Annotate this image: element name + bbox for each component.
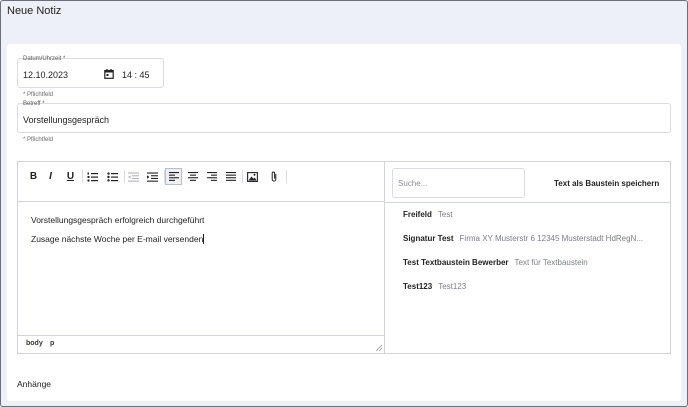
editor-line-2-text: Zusage nächste Woche per E-mail versende… — [31, 234, 204, 244]
window-title: Neue Notiz — [7, 5, 62, 17]
text-block-name: Signatur Test — [403, 234, 454, 243]
editor-statusbar: body p — [18, 335, 384, 353]
subject-label: Betreff * — [23, 101, 45, 107]
subject-required-hint: * Pflichtfeld — [23, 137, 54, 143]
toolbar-separator — [82, 170, 83, 183]
subject-field[interactable] — [17, 103, 671, 133]
datetime-required-hint: * Pflichtfeld — [23, 92, 54, 98]
italic-button[interactable]: I — [42, 168, 59, 185]
toolbar-separator — [242, 170, 243, 183]
underline-button[interactable]: U — [62, 168, 79, 185]
editor-toolbar: B I U — [18, 162, 384, 202]
align-left-button[interactable] — [165, 168, 182, 185]
align-center-icon — [187, 172, 198, 181]
outdent-icon — [128, 172, 139, 182]
text-blocks-search-input[interactable]: Suche... — [392, 168, 525, 198]
align-right-button[interactable] — [203, 168, 220, 185]
toolbar-separator — [286, 170, 287, 183]
path-element-p[interactable]: p — [50, 340, 54, 347]
text-block-item[interactable]: Signatur Test Firma XY Musterstr 6 12345 … — [403, 234, 643, 243]
path-element-body[interactable]: body — [26, 340, 43, 347]
insert-image-button[interactable] — [244, 168, 261, 185]
text-block-preview: Test123 — [438, 282, 467, 291]
ordered-list-icon — [87, 172, 98, 181]
image-icon — [247, 171, 258, 182]
text-block-item[interactable]: Test123 Test123 — [403, 282, 466, 291]
text-block-name: Test Textbaustein Bewerber — [403, 258, 509, 267]
attachments-section-title[interactable]: Anhänge — [17, 379, 51, 389]
align-left-icon — [168, 172, 179, 181]
resize-handle-icon[interactable] — [375, 344, 382, 351]
text-blocks-header: Suche... Text als Baustein speichern — [385, 162, 670, 203]
text-block-preview: Firma XY Musterstr 6 12345 Musterstadt H… — [459, 234, 644, 243]
indent-icon — [147, 172, 158, 182]
bullet-list-button[interactable] — [104, 168, 121, 185]
text-block-item[interactable]: Test Textbaustein Bewerber Text für Textb… — [403, 258, 588, 267]
editor-line-1[interactable]: Vorstellungsgespräch erfolgreich durchge… — [31, 215, 204, 225]
text-blocks-panel: Suche... Text als Baustein speichern Fre… — [385, 161, 671, 354]
subject-value[interactable]: Vorstellungsgespräch — [23, 115, 109, 125]
text-block-name: Test123 — [403, 282, 433, 291]
bullet-list-icon — [107, 171, 118, 182]
text-block-preview: Text für Textbaustein — [514, 258, 588, 267]
editor-line-2[interactable]: Zusage nächste Woche per E-mail versende… — [31, 234, 205, 244]
text-block-name: Freifeld — [403, 210, 432, 219]
attach-file-button[interactable] — [265, 168, 282, 185]
outdent-button[interactable] — [125, 168, 142, 185]
align-center-button[interactable] — [184, 168, 201, 185]
align-justify-icon — [225, 172, 236, 181]
ordered-list-button[interactable] — [84, 168, 101, 185]
text-block-item[interactable]: Freifeld Test — [403, 210, 453, 219]
text-block-preview: Test — [437, 210, 453, 219]
align-right-icon — [206, 172, 217, 181]
indent-button[interactable] — [144, 168, 161, 185]
date-value[interactable]: 12.10.2023 — [23, 70, 68, 80]
save-as-text-block-button[interactable]: Text als Baustein speichern — [554, 179, 659, 188]
rich-text-editor[interactable]: B I U Vorstellungsgespräch erfolgreich d… — [17, 161, 385, 354]
calendar-icon[interactable] — [104, 69, 114, 79]
bold-button[interactable]: B — [25, 168, 42, 185]
text-caret — [203, 234, 205, 244]
align-justify-button[interactable] — [222, 168, 239, 185]
paperclip-icon — [271, 171, 276, 182]
time-value[interactable]: 14 : 45 — [122, 70, 150, 80]
datetime-label: Datum/Uhrzeit * — [23, 56, 66, 62]
